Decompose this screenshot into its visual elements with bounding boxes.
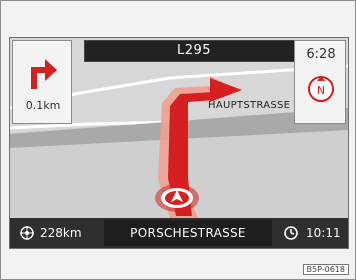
remaining-distance: 228km bbox=[10, 218, 102, 248]
vehicle-position-icon bbox=[155, 184, 199, 212]
time-compass-panel: 6:28 N bbox=[294, 40, 346, 124]
arrival-time-value: 10:11 bbox=[306, 226, 341, 240]
turn-instruction-panel: 0.1km bbox=[12, 40, 72, 124]
north-compass-icon[interactable]: N bbox=[307, 75, 335, 103]
remaining-distance-value: 228km bbox=[40, 226, 82, 240]
current-street: PORSCHESTRASSE bbox=[104, 220, 272, 246]
destination-flag-icon bbox=[20, 226, 34, 240]
figure-code: B5P-0618 bbox=[302, 264, 349, 275]
next-street-label: HAUPTSTRASSE bbox=[208, 100, 291, 111]
road-number-banner: L295 bbox=[84, 40, 304, 62]
figure-frame: 0.1km L295 6:28 N HAUPTSTRASSE 228km POR… bbox=[0, 0, 356, 280]
status-bar: 228km PORSCHESTRASSE 10:11 bbox=[10, 218, 348, 248]
compass-letter: N bbox=[317, 84, 325, 97]
current-time: 6:28 bbox=[306, 47, 336, 62]
navigation-screen: 0.1km L295 6:28 N HAUPTSTRASSE 228km POR… bbox=[9, 37, 349, 249]
turn-right-arrow-icon bbox=[31, 59, 57, 89]
arrival-time: 10:11 bbox=[276, 218, 348, 248]
clock-icon bbox=[284, 226, 298, 240]
turn-distance: 0.1km bbox=[25, 99, 61, 112]
